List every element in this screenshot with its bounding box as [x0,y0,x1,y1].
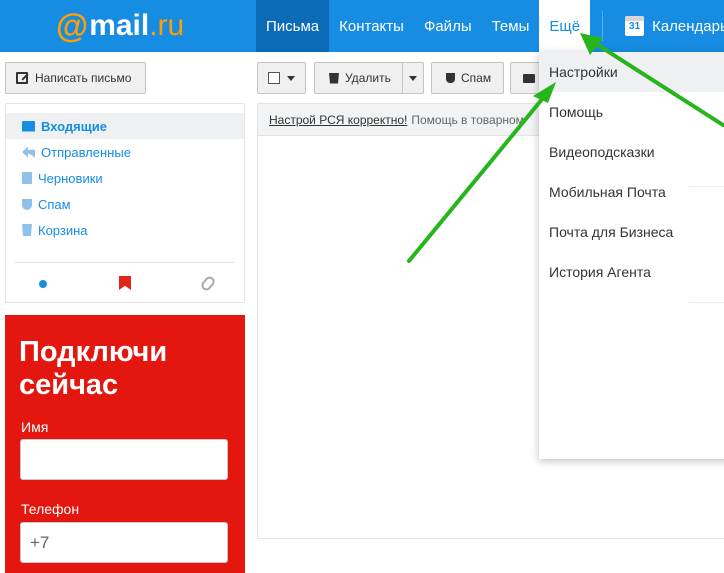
menu-settings[interactable]: Настройки [539,52,724,92]
menu-mobile-mail[interactable]: Мобильная Почта [539,172,724,212]
attachment-filter-icon[interactable] [199,274,217,293]
compose-label: Написать письмо [35,71,132,85]
menu-agent-history[interactable]: История Агента [539,252,724,292]
menu-business-mail[interactable]: Почта для Бизнеса [539,212,724,252]
name-label: Имя [21,419,49,435]
notice-text: Помощь в товарном [411,112,524,127]
folder-trash[interactable]: Корзина [6,217,244,243]
folder-divider [15,262,235,263]
chevron-down-icon [287,75,295,81]
calendar-day: 31 [629,21,641,32]
folder-drafts[interactable]: Черновики [6,165,244,191]
phone-input[interactable]: +7 [20,522,228,563]
row-divider [689,302,724,303]
chevron-down-icon [409,75,417,81]
logo-ru: .ru [149,9,185,42]
nav-letters[interactable]: Письма [256,0,330,52]
logo-at: @ [56,7,89,44]
logo-main: mail [89,9,150,42]
calendar-icon: 31 [625,16,645,36]
delete-button[interactable]: Удалить [314,62,424,94]
more-dropdown-menu: Настройки Помощь Видеоподсказки Мобильна… [539,52,724,459]
thumbs-down-icon [446,73,455,83]
spam-button[interactable]: Спам [431,62,504,94]
reply-icon [22,146,35,158]
nav-calendar[interactable]: 31 Календарь [615,0,724,52]
folder-icon [523,73,535,83]
nav-more[interactable]: Ещё [539,0,591,52]
compose-button[interactable]: Написать письмо [5,62,146,94]
filter-icons [6,274,244,294]
main-nav: Письма Контакты Файлы Темы Ещё 31 Календ… [256,0,724,52]
select-all-button[interactable] [257,62,306,94]
trash-icon [22,224,32,236]
notice-link[interactable]: Настрой РСЯ корректно! [269,113,407,127]
folder-spam[interactable]: Спам [6,191,244,217]
delete-dropdown-toggle[interactable] [402,63,423,93]
flag-filter-icon[interactable] [119,276,131,290]
folder-label: Черновики [38,170,103,186]
phone-label: Телефон [21,501,80,517]
top-bar: @ mail .ru Письма Контакты Файлы Темы Ещ… [0,0,724,52]
promo-title: Подключи сейчас [19,336,168,401]
nav-divider [602,11,604,41]
nav-files[interactable]: Файлы [414,0,482,52]
calendar-label: Календарь [652,17,724,35]
folder-sent[interactable]: Отправленные [6,139,244,165]
folder-label: Отправленные [41,144,131,160]
document-icon [22,172,32,184]
folder-list: Входящие Отправленные Черновики Спам Кор… [5,103,245,303]
spam-label: Спам [461,71,492,85]
thumbs-down-icon [22,198,32,210]
folder-inbox[interactable]: Входящие [6,113,244,139]
trash-icon [329,72,339,84]
name-input[interactable] [20,439,228,480]
folder-label: Корзина [38,222,88,238]
nav-themes[interactable]: Темы [482,0,540,52]
menu-help[interactable]: Помощь [539,92,724,132]
menu-video-tips[interactable]: Видеоподсказки [539,132,724,172]
nav-contacts[interactable]: Контакты [329,0,414,52]
checkbox-icon [268,72,280,84]
envelope-icon [22,120,35,132]
pencil-icon [16,72,28,84]
folder-label: Входящие [41,118,107,134]
unread-filter-icon[interactable] [39,280,47,288]
mailru-logo[interactable]: @ mail .ru [56,7,185,44]
delete-label: Удалить [345,71,391,85]
promo-banner: Подключи сейчас Имя Телефон +7 [5,315,245,573]
folder-label: Спам [38,196,71,212]
